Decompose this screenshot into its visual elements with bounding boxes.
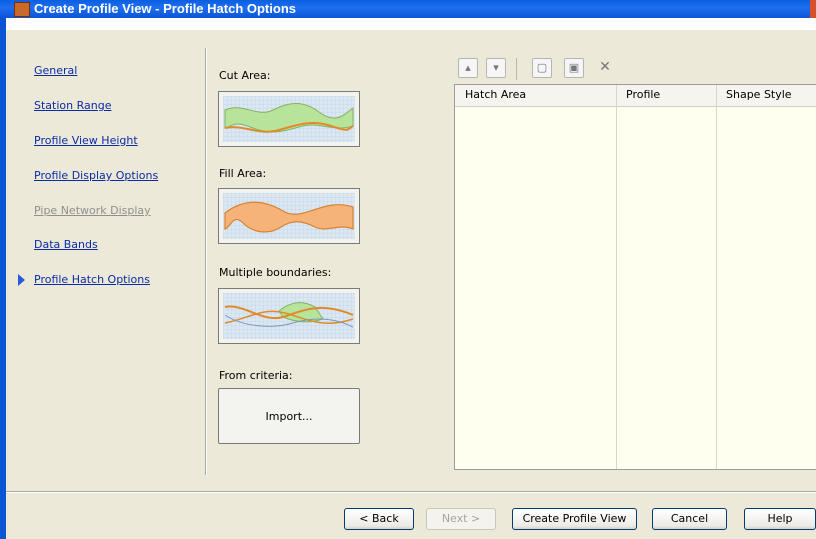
help-button[interactable]: Help	[744, 508, 816, 530]
move-up-icon[interactable]: ▴	[458, 58, 478, 78]
cut-area-button[interactable]	[218, 91, 360, 147]
column-header-profile[interactable]: Profile	[626, 88, 660, 101]
create-profile-view-button[interactable]: Create Profile View	[512, 508, 637, 530]
current-step-arrow-icon	[18, 274, 25, 286]
hatch-table[interactable]: Hatch Area Profile Shape Style	[454, 84, 816, 470]
nav-item-profile-display-options[interactable]: Profile Display Options	[34, 169, 158, 182]
from-criteria-label: From criteria:	[219, 369, 293, 382]
nav-item-profile-view-height[interactable]: Profile View Height	[34, 134, 138, 147]
column-divider	[616, 85, 617, 469]
nav-item-data-bands[interactable]: Data Bands	[34, 238, 98, 251]
move-down-icon[interactable]: ▾	[486, 58, 506, 78]
window-title-bar[interactable]: Create Profile View - Profile Hatch Opti…	[0, 0, 816, 30]
cut-area-label: Cut Area:	[219, 69, 271, 82]
fill-area-hatch-icon	[223, 193, 355, 239]
fill-area-label: Fill Area:	[219, 167, 267, 180]
back-button[interactable]: < Back	[344, 508, 414, 530]
multiple-boundaries-label: Multiple boundaries:	[219, 266, 332, 279]
column-divider	[716, 85, 717, 469]
nav-item-pipe-network-display: Pipe Network Display	[34, 204, 151, 217]
cut-area-hatch-icon	[223, 96, 355, 142]
column-header-shape-style[interactable]: Shape Style	[726, 88, 792, 101]
import-button[interactable]: Import...	[218, 388, 360, 444]
hatch-toolbar: ▴ ▾ ▢ ▣ ✕	[452, 54, 816, 84]
edit-hatch-icon[interactable]: ▣	[564, 58, 584, 78]
table-header: Hatch Area Profile Shape Style	[455, 85, 816, 107]
cancel-button[interactable]: Cancel	[652, 508, 727, 530]
column-header-hatch-area[interactable]: Hatch Area	[465, 88, 526, 101]
vertical-divider	[205, 48, 207, 475]
multiple-boundaries-button[interactable]	[218, 288, 360, 344]
toolbar-separator	[516, 58, 517, 80]
nav-item-station-range[interactable]: Station Range	[34, 99, 111, 112]
delete-icon[interactable]: ✕	[595, 58, 615, 78]
nav-item-general[interactable]: General	[34, 64, 77, 77]
multiple-boundaries-hatch-icon	[223, 293, 355, 339]
add-hatch-icon[interactable]: ▢	[532, 58, 552, 78]
close-button[interactable]	[810, 0, 816, 18]
window-frame-left	[0, 18, 6, 539]
next-button: Next >	[426, 508, 496, 530]
app-icon	[14, 2, 30, 17]
footer-divider	[6, 491, 816, 493]
window-title: Create Profile View - Profile Hatch Opti…	[34, 1, 296, 16]
fill-area-button[interactable]	[218, 188, 360, 244]
nav-item-profile-hatch-options[interactable]: Profile Hatch Options	[34, 273, 150, 286]
